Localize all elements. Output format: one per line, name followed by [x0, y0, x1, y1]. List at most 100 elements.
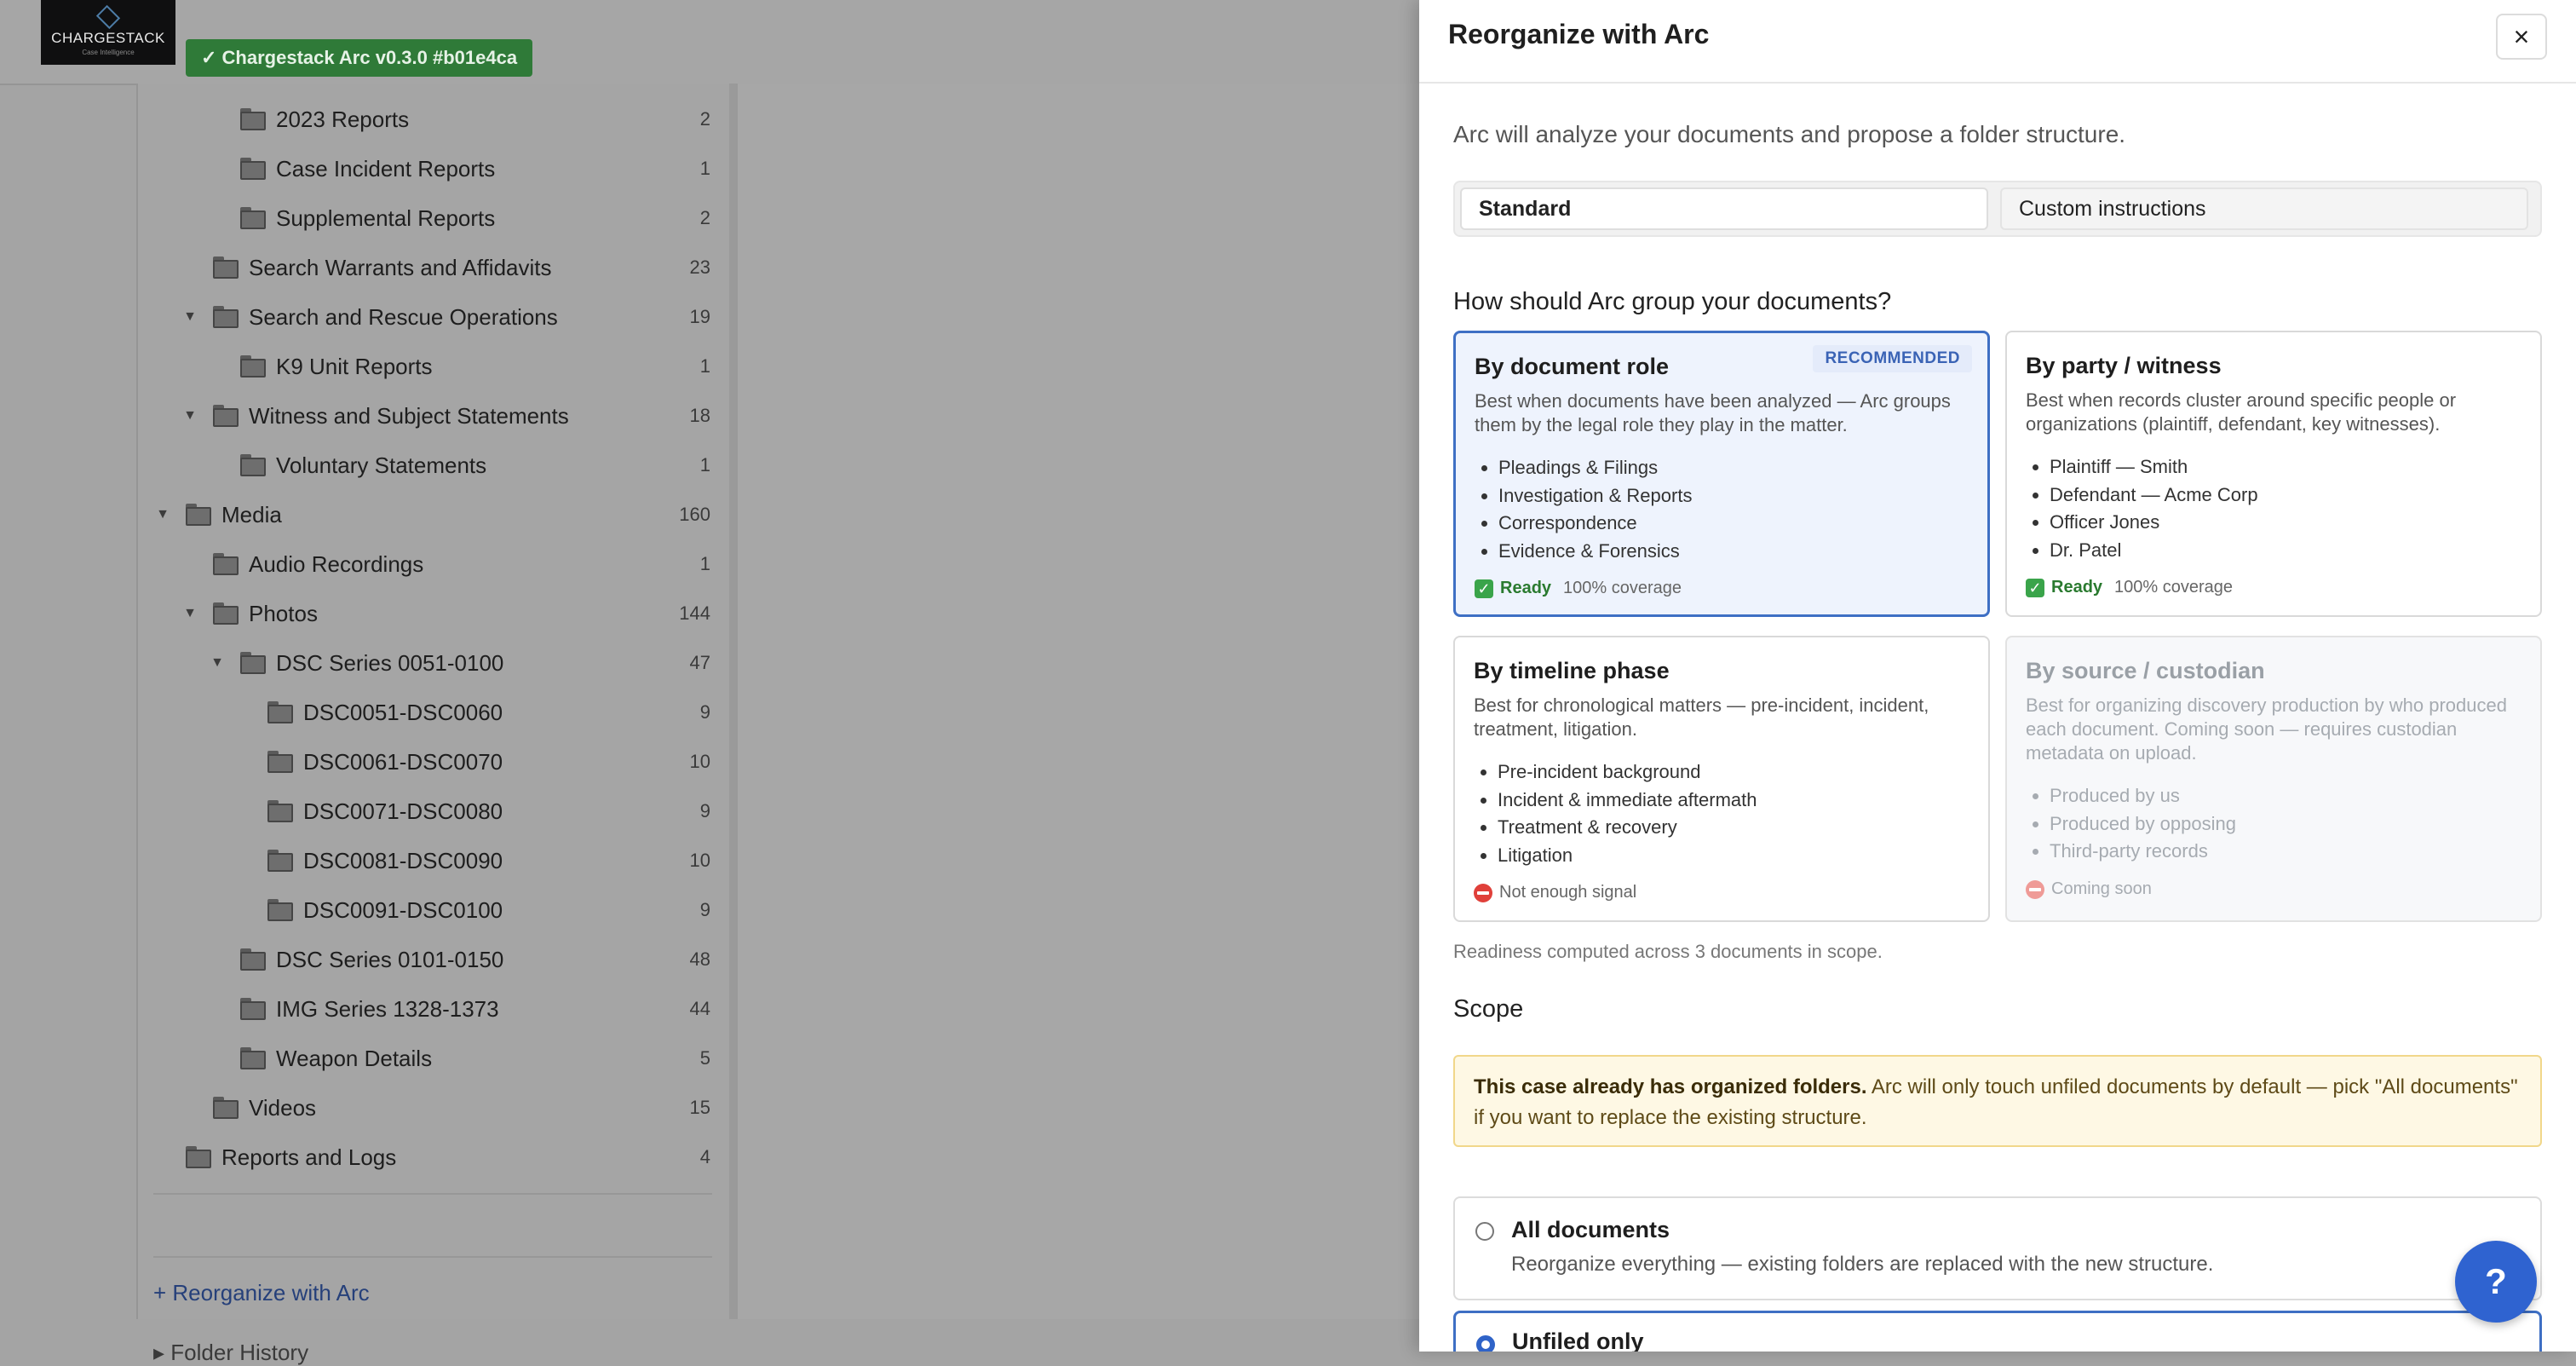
tree-row[interactable]: DSC0091-DSC0100 9	[138, 885, 714, 935]
tree-row[interactable]: Supplemental Reports 2	[138, 193, 714, 243]
folder-icon	[213, 1097, 239, 1119]
tree-row[interactable]: K9 Unit Reports 1	[138, 342, 714, 391]
radio-button[interactable]	[1475, 1222, 1494, 1241]
card-example-list: Plaintiff — Smith Defendant — Acme Corp …	[2026, 453, 2258, 564]
scope-option-unfiled-only[interactable]: Unfiled only	[1453, 1311, 2542, 1352]
tree-row-count: 2	[699, 108, 710, 130]
caret-down-icon[interactable]: ▼	[182, 606, 198, 621]
tree-row-count: 1	[699, 158, 710, 179]
list-item: Dr. Patel	[2050, 537, 2258, 565]
tree-row[interactable]: DSC0071-DSC0080 9	[138, 787, 714, 836]
caret-down-icon[interactable]: ▼	[182, 408, 198, 424]
coverage-label: 100% coverage	[2114, 578, 2234, 597]
list-item: Pre-incident background	[1498, 758, 1757, 787]
tree-row-count: 2	[699, 207, 710, 228]
app-logo[interactable]: CHARGESTACK Case Intelligence	[41, 0, 175, 65]
tree-row-label: Audio Recordings	[249, 550, 424, 577]
option-card-source-custodian: By source / custodian Best for organizin…	[2005, 636, 2542, 922]
tree-row[interactable]: Weapon Details 5	[138, 1034, 714, 1083]
tree-row[interactable]: DSC0081-DSC0090 10	[138, 836, 714, 885]
tree-row[interactable]: Videos 15	[138, 1083, 714, 1133]
close-button[interactable]: ×	[2496, 14, 2547, 60]
tree-row[interactable]: DSC0061-DSC0070 10	[138, 737, 714, 787]
folder-icon	[240, 454, 266, 476]
scope-heading: Scope	[1453, 995, 1524, 1023]
folder-icon	[267, 850, 293, 872]
tree-row-count: 9	[699, 701, 710, 723]
tree-divider	[153, 1256, 712, 1258]
list-item: Evidence & Forensics	[1498, 538, 1692, 566]
tree-row-label: IMG Series 1328-1373	[276, 995, 499, 1022]
card-status: ✓ Ready 100% coverage	[1475, 579, 1682, 598]
tree-row[interactable]: ▼ Media 160	[138, 490, 714, 539]
folder-icon	[267, 800, 293, 822]
tree-row[interactable]: ▼ Photos 144	[138, 589, 714, 638]
list-item: Officer Jones	[2050, 509, 2258, 537]
tree-row[interactable]: Voluntary Statements 1	[138, 441, 714, 490]
no-entry-icon	[2026, 879, 2044, 899]
drawer-intro: Arc will analyze your documents and prop…	[1453, 121, 2126, 147]
folder-icon	[213, 405, 239, 427]
close-icon: ×	[2513, 20, 2530, 52]
folder-history-toggle[interactable]: ▸ Folder History	[153, 1340, 308, 1366]
caret-down-icon[interactable]: ▼	[182, 309, 198, 325]
tree-row[interactable]: Reports and Logs 4	[138, 1133, 714, 1182]
list-item: Correspondence	[1498, 510, 1692, 538]
tree-row[interactable]: ▼ Witness and Subject Statements 18	[138, 391, 714, 441]
notice-emphasis: This case already has organized folders.	[1474, 1075, 1867, 1098]
tree-row-label: DSC0061-DSC0070	[303, 748, 503, 775]
option-card-document-role[interactable]: By document role RECOMMENDED Best when d…	[1453, 331, 1990, 617]
tree-row[interactable]: Case Incident Reports 1	[138, 144, 714, 193]
scope-option-title: All documents	[1511, 1217, 1670, 1242]
folder-icon	[213, 553, 239, 575]
status-label: Not enough signal	[1499, 883, 1637, 902]
caret-down-icon[interactable]: ▼	[210, 655, 225, 671]
tree-row-label: Reports and Logs	[221, 1144, 397, 1170]
card-status: Not enough signal	[1474, 883, 1636, 902]
tree-divider	[153, 1193, 712, 1195]
folder-icon	[213, 602, 239, 625]
list-item: Pleadings & Filings	[1498, 454, 1692, 482]
radio-button-selected[interactable]	[1476, 1335, 1495, 1352]
tree-row[interactable]: DSC0051-DSC0060 9	[138, 688, 714, 737]
list-item: Third-party records	[2050, 838, 2236, 866]
folder-icon	[267, 701, 293, 723]
list-item: Investigation & Reports	[1498, 482, 1692, 510]
card-title: By timeline phase	[1474, 658, 1670, 683]
option-card-party-witness[interactable]: By party / witness Best when records clu…	[2005, 331, 2542, 617]
check-mark-icon: ✓	[2026, 578, 2044, 597]
tree-row-label: K9 Unit Reports	[276, 353, 433, 379]
list-item: Defendant — Acme Corp	[2050, 481, 2258, 510]
tree-row-label: DSC0071-DSC0080	[303, 798, 503, 824]
folder-icon	[240, 1047, 266, 1069]
tree-row-label: Photos	[249, 600, 318, 626]
reorganize-drawer: Reorganize with Arc × Arc will analyze y…	[1419, 0, 2576, 1352]
tree-row[interactable]: ▼ DSC Series 0051-0100 47	[138, 638, 714, 688]
card-status: Coming soon	[2026, 879, 2152, 899]
tree-row-count: 10	[689, 850, 710, 871]
card-title: By party / witness	[2026, 353, 2222, 378]
logo-cube-icon	[95, 4, 121, 29]
tree-row[interactable]: Search Warrants and Affidavits 23	[138, 243, 714, 292]
tree-row[interactable]: 2023 Reports 2	[138, 95, 714, 144]
caret-down-icon[interactable]: ▼	[155, 507, 170, 522]
tree-row[interactable]: DSC Series 0101-0150 48	[138, 935, 714, 984]
option-card-timeline-phase[interactable]: By timeline phase Best for chronological…	[1453, 636, 1990, 922]
tree-row-count: 1	[699, 355, 710, 377]
scope-option-all-documents[interactable]: All documents Reorganize everything — ex…	[1453, 1196, 2542, 1300]
tree-row[interactable]: ▼ Search and Rescue Operations 19	[138, 292, 714, 342]
tab-custom-instructions[interactable]: Custom instructions	[2000, 187, 2528, 230]
tab-standard[interactable]: Standard	[1460, 187, 1988, 230]
help-button[interactable]: ?	[2455, 1241, 2537, 1323]
tree-row-count: 15	[689, 1097, 710, 1118]
tree-row[interactable]: IMG Series 1328-1373 44	[138, 984, 714, 1034]
drawer-title: Reorganize with Arc	[1448, 19, 1710, 49]
list-item: Incident & immediate aftermath	[1498, 787, 1757, 815]
tree-row-count: 144	[679, 602, 710, 624]
reorganize-with-arc-link[interactable]: + Reorganize with Arc	[153, 1280, 370, 1306]
tree-row-count: 48	[689, 948, 710, 970]
tree-row[interactable]: Audio Recordings 1	[138, 539, 714, 589]
card-status: ✓ Ready 100% coverage	[2026, 578, 2233, 597]
no-entry-icon	[1474, 883, 1492, 902]
logo-subtitle: Case Intelligence	[82, 48, 135, 56]
